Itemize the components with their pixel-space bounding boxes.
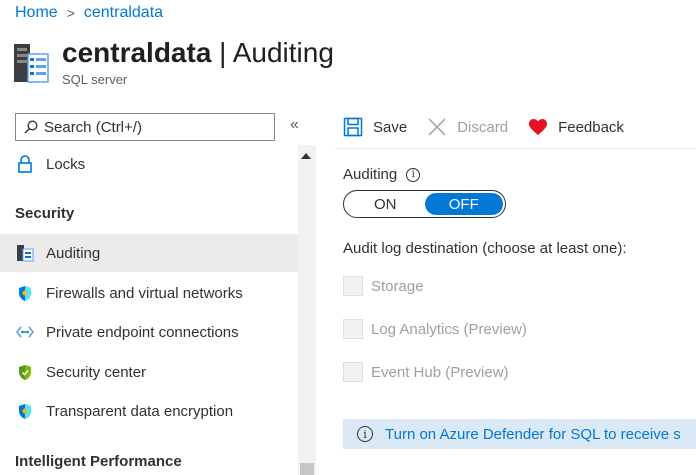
- breadcrumb: Home > centraldata: [15, 4, 163, 22]
- close-icon: [428, 118, 446, 136]
- info-icon[interactable]: i: [406, 167, 421, 182]
- encryption-shield-icon: [16, 402, 34, 420]
- scrollbar-thumb[interactable]: [300, 463, 314, 475]
- sql-server-icon: [14, 44, 49, 83]
- info-circle-icon: i: [357, 426, 373, 442]
- breadcrumb-current-link[interactable]: centraldata: [84, 4, 163, 22]
- sidebar-item-auditing[interactable]: Auditing: [0, 234, 298, 272]
- log-analytics-checkbox[interactable]: [343, 319, 363, 339]
- auditing-toggle[interactable]: ON OFF: [343, 190, 506, 218]
- command-bar: Save Discard Feedback: [343, 110, 644, 144]
- lock-icon: [16, 155, 34, 173]
- sidebar-item-label: Auditing: [46, 244, 101, 262]
- page-subtitle: SQL server: [62, 72, 128, 87]
- checkbox-label: Event Hub (Preview): [371, 363, 509, 381]
- heart-icon: [529, 119, 548, 135]
- save-icon: [343, 117, 363, 137]
- event-hub-checkbox[interactable]: [343, 362, 363, 382]
- checkbox-label: Log Analytics (Preview): [371, 320, 527, 338]
- sidebar-item-firewalls[interactable]: Firewalls and virtual networks: [0, 274, 298, 312]
- auditing-label: Auditing: [343, 166, 398, 183]
- page-title: centraldata | Auditing: [62, 36, 334, 70]
- storage-checkbox[interactable]: [343, 276, 363, 296]
- save-label: Save: [373, 118, 408, 136]
- search-placeholder: Search (Ctrl+/): [44, 118, 142, 136]
- title-divider: |: [211, 37, 233, 68]
- sidebar-item-label: Private endpoint connections: [46, 323, 239, 341]
- defender-info-link[interactable]: Turn on Azure Defender for SQL to receiv…: [385, 426, 681, 443]
- endpoint-icon: [16, 323, 34, 341]
- shield-icon: [16, 284, 34, 302]
- toggle-on-option[interactable]: ON: [346, 193, 425, 215]
- search-input[interactable]: Search (Ctrl+/): [15, 113, 275, 141]
- discard-label: Discard: [457, 118, 509, 136]
- page-header: centraldata | Auditing SQL server: [12, 36, 334, 87]
- auditing-icon: [16, 244, 34, 262]
- sidebar-item-label: Transparent data encryption: [46, 402, 234, 420]
- collapse-sidebar-button[interactable]: «: [290, 116, 299, 134]
- destination-label: Audit log destination (choose at least o…: [343, 240, 627, 257]
- discard-button[interactable]: Discard: [427, 117, 508, 137]
- blade-title: Auditing: [232, 37, 334, 68]
- search-icon: [24, 120, 38, 134]
- save-button[interactable]: Save: [343, 117, 407, 137]
- sidebar-item-locks[interactable]: Locks: [0, 145, 298, 183]
- breadcrumb-home-link[interactable]: Home: [15, 4, 58, 22]
- auditing-setting-label: Auditing i: [343, 166, 421, 183]
- destination-storage[interactable]: Storage: [343, 276, 424, 296]
- section-heading-intelligent-performance: Intelligent Performance: [15, 453, 182, 470]
- toggle-off-option[interactable]: OFF: [424, 193, 503, 215]
- checkbox-label: Storage: [371, 277, 424, 295]
- sidebar-scrollbar[interactable]: [298, 145, 316, 475]
- security-center-icon: [16, 363, 34, 381]
- section-heading-security: Security: [15, 205, 75, 222]
- sidebar: Locks Security Auditing Firewalls and vi…: [0, 145, 298, 475]
- sidebar-item-tde[interactable]: Transparent data encryption: [0, 392, 298, 430]
- sidebar-item-private-endpoints[interactable]: Private endpoint connections: [0, 313, 298, 351]
- toolbar-divider: [335, 148, 696, 149]
- sidebar-item-label: Firewalls and virtual networks: [46, 284, 243, 302]
- sidebar-item-label: Locks: [46, 155, 86, 173]
- resource-name: centraldata: [62, 37, 212, 68]
- feedback-label: Feedback: [558, 118, 624, 136]
- sidebar-item-security-center[interactable]: Security center: [0, 353, 298, 391]
- feedback-button[interactable]: Feedback: [528, 118, 624, 136]
- defender-info-banner[interactable]: i Turn on Azure Defender for SQL to rece…: [343, 419, 696, 449]
- scroll-up-arrow-icon[interactable]: [301, 153, 311, 159]
- sidebar-item-label: Security center: [46, 363, 147, 381]
- breadcrumb-separator: >: [66, 5, 75, 21]
- destination-log-analytics[interactable]: Log Analytics (Preview): [343, 319, 527, 339]
- destination-event-hub[interactable]: Event Hub (Preview): [343, 362, 509, 382]
